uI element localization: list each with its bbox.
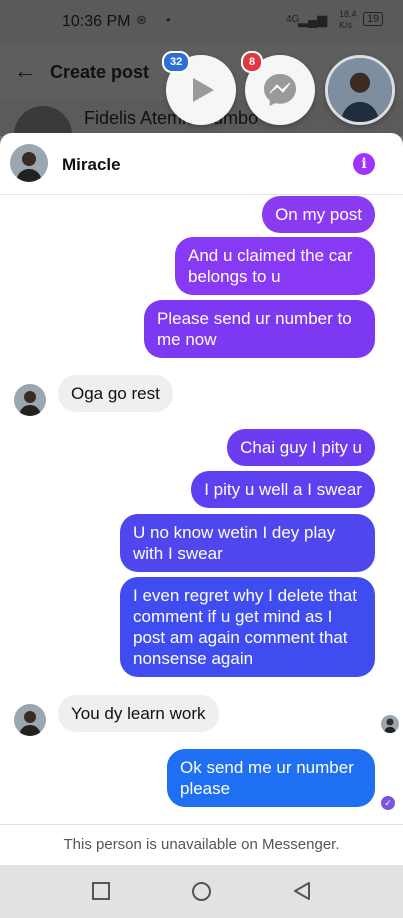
message-out[interactable]: Please send ur number to me now: [144, 300, 375, 358]
back-arrow-icon: ←: [14, 58, 36, 83]
message-out[interactable]: I pity u well a I swear: [191, 471, 375, 508]
battery-indicator: 19: [363, 12, 384, 26]
chat-panel: Miracle i On my post And u claimed the c…: [0, 133, 403, 865]
contact-small-avatar: [14, 704, 46, 736]
contact-avatar-icon: [10, 144, 48, 182]
video-chat-head[interactable]: 32: [162, 51, 236, 125]
message-out[interactable]: And u claimed the car belongs to u: [175, 237, 375, 295]
settings-status-icon: ⊛: [136, 12, 147, 27]
info-icon[interactable]: i: [353, 153, 375, 175]
clock: 10:36 PM: [62, 13, 131, 30]
message-out[interactable]: I even regret why I delete that comment …: [120, 577, 375, 677]
message-out[interactable]: U no know wetin I dey play with I swear: [120, 514, 375, 572]
contact-avatar-icon: [14, 384, 46, 416]
back-triangle-icon[interactable]: [292, 881, 312, 901]
status-bar: 10:36 PM ⊛ • 4G ▂▄▆ 18.4 K/s 19: [0, 0, 403, 44]
message-in[interactable]: You dy learn work: [58, 695, 219, 732]
contact-small-avatar: [14, 384, 46, 416]
home-circle-icon[interactable]: [191, 881, 212, 902]
message-out[interactable]: Ok send me ur number please: [167, 749, 375, 807]
user-avatar-icon: [328, 58, 392, 122]
contact-name[interactable]: Miracle: [62, 155, 121, 175]
speed-value: 18.4: [339, 9, 357, 19]
message-out[interactable]: On my post: [262, 196, 375, 233]
system-navigation-bar: [0, 865, 403, 918]
message-in[interactable]: Oga go rest: [58, 375, 173, 412]
video-badge: 32: [162, 51, 191, 73]
dot-icon: •: [166, 12, 171, 27]
contact-avatar-icon: [381, 715, 399, 733]
messenger-chat-head[interactable]: 8: [241, 51, 315, 125]
contact-avatar[interactable]: [10, 144, 48, 182]
play-icon: [193, 78, 214, 102]
unavailable-notice: This person is unavailable on Messenger.: [0, 824, 403, 865]
message-out[interactable]: Chai guy I pity u: [227, 429, 375, 466]
messenger-badge: 8: [241, 51, 264, 73]
user-chat-head[interactable]: [325, 55, 395, 125]
signal-icon: ▂▄▆: [298, 12, 328, 27]
background-author-name: Fidelis Atemie Sumbo: [84, 108, 259, 128]
chat-header: Miracle i: [0, 133, 403, 195]
speed-unit: K/s: [339, 20, 353, 30]
background-app-title: Create post: [50, 62, 150, 82]
delivered-check-icon: ✓: [381, 796, 395, 810]
contact-avatar-icon: [14, 704, 46, 736]
recents-square-icon[interactable]: [91, 881, 111, 901]
messenger-icon: [264, 74, 296, 106]
read-receipt-avatar: [381, 715, 399, 733]
